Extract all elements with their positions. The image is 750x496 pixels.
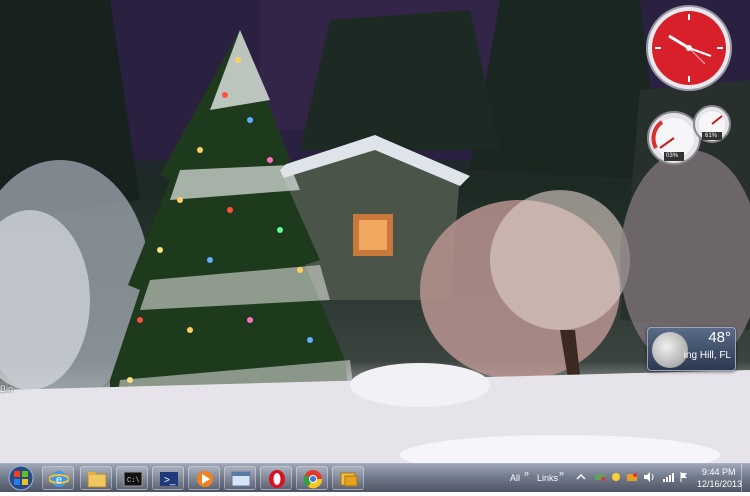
weather-location: ing Hill, FL bbox=[683, 350, 731, 361]
chrome-icon bbox=[303, 470, 323, 489]
cpu-meter-dials bbox=[647, 105, 731, 165]
svg-text:>_: >_ bbox=[164, 475, 176, 486]
taskbar: e C:\ >_ All » Links » bbox=[0, 463, 750, 492]
internet-explorer-button[interactable]: e bbox=[42, 466, 74, 490]
moon-icon bbox=[652, 332, 688, 368]
update-icon[interactable] bbox=[626, 472, 638, 482]
cpu-meter-gadget[interactable]: 03% 61% bbox=[646, 104, 734, 168]
sun-icon[interactable] bbox=[611, 472, 621, 482]
toolbar-links[interactable]: Links bbox=[537, 473, 558, 483]
opera-button[interactable] bbox=[260, 466, 292, 490]
action-center-flag-icon[interactable] bbox=[679, 472, 689, 482]
show-hidden-icons-icon[interactable] bbox=[576, 472, 586, 482]
desktop-wallpaper: 03% 61% 48° ing Hill, FL Bin bbox=[0, 0, 750, 463]
folder-app-button[interactable] bbox=[332, 466, 364, 490]
powershell-icon: >_ bbox=[160, 472, 178, 486]
internet-explorer-icon: e bbox=[49, 471, 69, 487]
command-prompt-button[interactable]: C:\ bbox=[116, 466, 148, 490]
media-player-icon bbox=[197, 471, 213, 487]
toolbar-all-chevron[interactable]: » bbox=[524, 468, 529, 478]
start-button[interactable] bbox=[4, 465, 38, 491]
wifi-signal-icon[interactable] bbox=[662, 472, 674, 482]
network-shield-icon[interactable] bbox=[594, 472, 606, 482]
clock-gadget[interactable] bbox=[645, 4, 733, 92]
show-desktop-button[interactable] bbox=[741, 464, 750, 492]
windows-explorer-button[interactable] bbox=[80, 466, 112, 490]
cpu-percent: 03% bbox=[666, 153, 679, 159]
windows-logo-icon bbox=[8, 465, 34, 491]
taskbar-clock-time[interactable]: 9:44 PM bbox=[702, 467, 736, 477]
window-app-button[interactable] bbox=[224, 466, 256, 490]
opera-icon bbox=[269, 470, 285, 488]
weather-temperature: 48° bbox=[708, 329, 731, 346]
volume-icon[interactable] bbox=[643, 472, 655, 482]
window-app-icon bbox=[231, 471, 251, 487]
taskbar-clock-date[interactable]: 12/16/2013 bbox=[697, 479, 742, 489]
wallpaper-scene bbox=[0, 0, 750, 463]
media-player-button[interactable] bbox=[188, 466, 220, 490]
command-prompt-icon: C:\ bbox=[123, 471, 143, 487]
powershell-button[interactable]: >_ bbox=[152, 466, 184, 490]
weather-gadget[interactable]: 48° ing Hill, FL bbox=[647, 327, 736, 371]
memory-percent: 61% bbox=[705, 133, 718, 139]
svg-text:e: e bbox=[56, 474, 62, 486]
svg-text:C:\: C:\ bbox=[127, 477, 140, 485]
chrome-button[interactable] bbox=[296, 466, 328, 490]
toolbar-all[interactable]: All bbox=[510, 473, 520, 483]
folder-app-icon bbox=[340, 472, 358, 487]
recycle-bin-label[interactable]: Bin bbox=[0, 384, 13, 394]
windows-explorer-icon bbox=[87, 472, 107, 488]
toolbar-links-chevron[interactable]: » bbox=[559, 468, 564, 478]
